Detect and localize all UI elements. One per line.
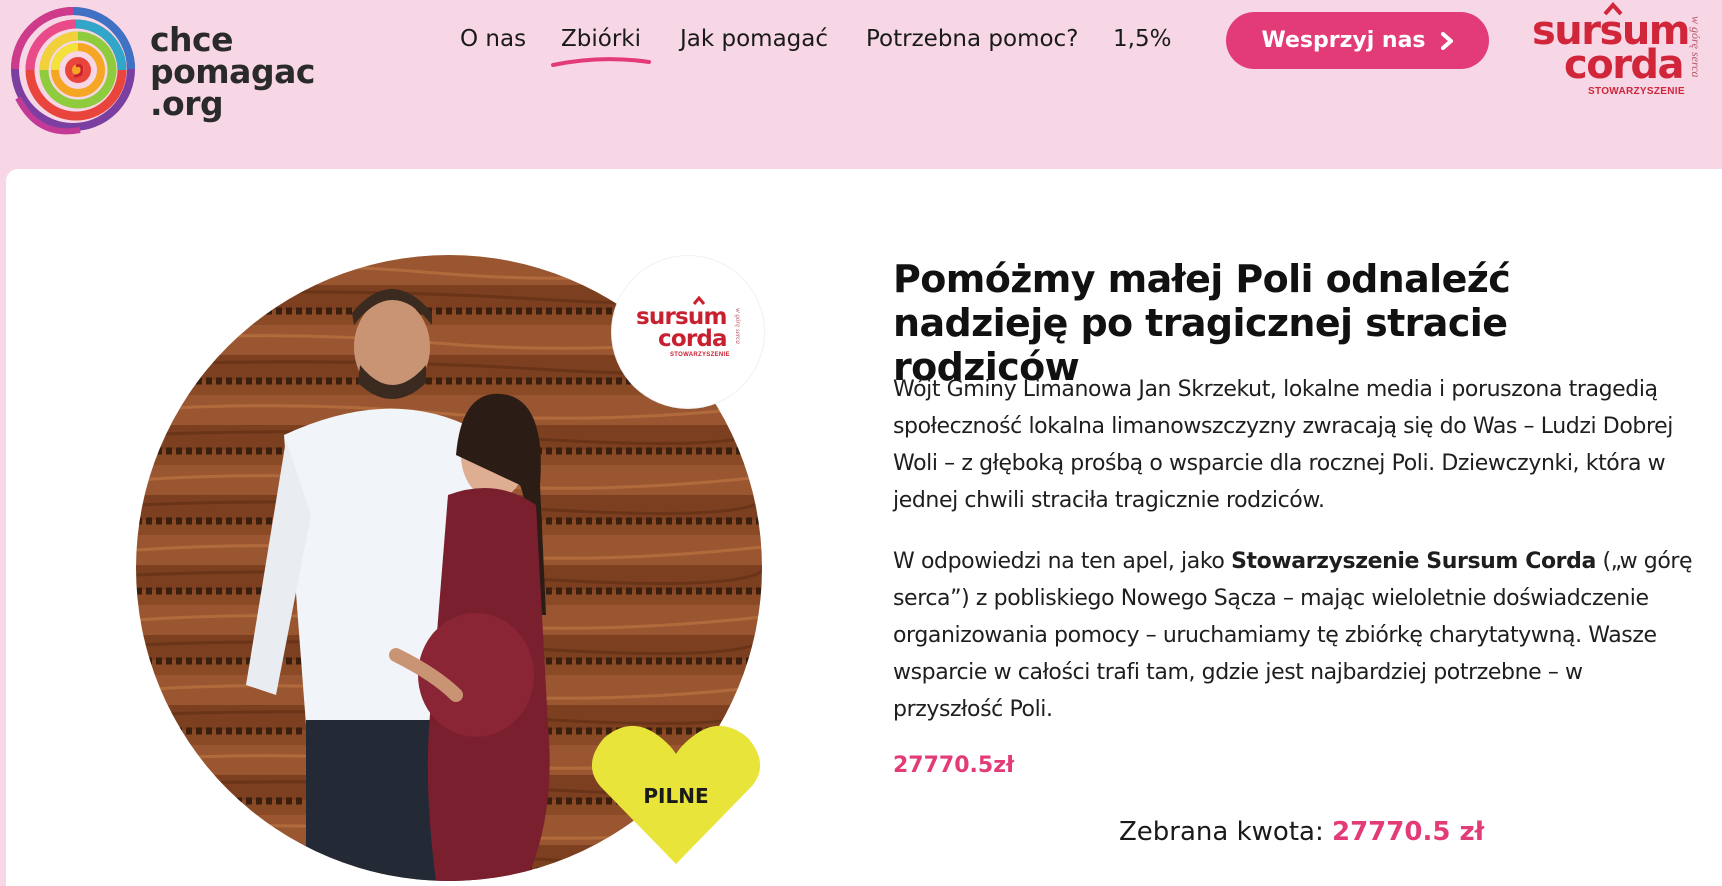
nav-item-1-5-percent[interactable]: 1,5% <box>1113 26 1171 52</box>
campaign-title: Pomóżmy małej Poli odnaleźć nadzieję po … <box>893 257 1511 389</box>
sursum-corda-logo-link[interactable]: sursum corda STOWARZYSZENIE w górę serca <box>1528 2 1713 100</box>
brand-subtitle: STOWARZYSZENIE <box>1588 86 1685 97</box>
active-nav-underline <box>551 57 651 67</box>
collected-amount-row: Zebrana kwota: 27770.5 zł <box>1119 817 1484 847</box>
partner-badge: sursum corda STOWARZYSZENIE w górę serca <box>612 256 764 408</box>
badge-tagline: w górę serca <box>734 308 742 344</box>
organisation-name: Stowarzyszenie Sursum Corda <box>1231 549 1596 574</box>
logo-link[interactable]: chce pomagac .org <box>10 6 315 136</box>
campaign-amount: 27770.5zł <box>893 753 1015 778</box>
description-2-intro: W odpowiedzi na ten apel, jako <box>893 549 1232 574</box>
spiral-logo-icon <box>11 7 135 135</box>
nav-item-zbiorki[interactable]: Zbiórki <box>561 26 641 52</box>
collected-label: Zebrana kwota: <box>1119 817 1324 847</box>
badge-subtitle: STOWARZYSZENIE <box>670 352 730 358</box>
badge-word-corda: corda <box>658 326 728 352</box>
nav-item-jak-pomagac[interactable]: Jak pomagać <box>680 26 828 52</box>
collected-value: 27770.5 zł <box>1332 817 1485 847</box>
site-header: chce pomagac .org O nas Zbiórki Jak poma… <box>0 0 1722 168</box>
logo-line-3: .org <box>150 84 224 123</box>
brand-tagline: w górę serca <box>1689 16 1703 78</box>
urgent-badge-label: PILNE <box>643 784 709 808</box>
campaign-description-1: Wójt Gminy Limanowa Jan Skrzekut, lokaln… <box>893 377 1673 513</box>
support-us-button[interactable]: Wesprzyj nas <box>1226 12 1489 69</box>
support-us-label: Wesprzyj nas <box>1261 28 1426 53</box>
nav-item-potrzebna-pomoc[interactable]: Potrzebna pomoc? <box>866 26 1078 52</box>
campaign-description-2: W odpowiedzi na ten apel, jako Stowarzys… <box>893 543 1693 728</box>
description-2-rest: („w górę serca”) z pobliskiego Nowego Są… <box>893 549 1693 722</box>
brand-word-corda: corda <box>1564 42 1685 88</box>
chevron-right-icon <box>1440 31 1453 50</box>
nav-item-o-nas[interactable]: O nas <box>460 26 526 52</box>
logo-wordmark: chce pomagac .org <box>150 23 315 123</box>
